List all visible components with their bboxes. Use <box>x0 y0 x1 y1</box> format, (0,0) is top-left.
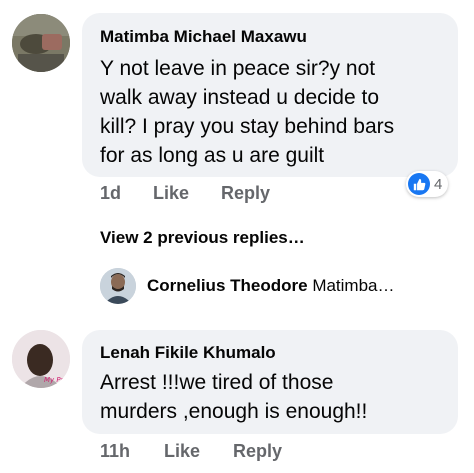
reply-snippet: Matimba… <box>312 276 395 295</box>
comment-bubble: Lenah Fikile Khumalo Arrest !!!we tired … <box>82 330 458 434</box>
reaction-summary[interactable]: 4 <box>406 171 449 197</box>
comment-text: Y not leave in peace sir?y not walk away… <box>100 54 440 170</box>
reaction-count: 4 <box>434 175 443 193</box>
comment-author[interactable]: Lenah Fikile Khumalo <box>100 342 440 364</box>
comment-text-line: Y not leave in peace sir?y not <box>100 57 376 80</box>
comment-text: Arrest !!!we tired of those murders ,eno… <box>100 368 440 426</box>
avatar[interactable] <box>100 268 136 304</box>
avatar-photo-icon <box>100 268 136 304</box>
like-button[interactable]: Like <box>164 441 200 462</box>
avatar-photo-icon <box>12 14 70 72</box>
comment-actions: 1d Like Reply <box>100 183 400 207</box>
reply-author[interactable]: Cornelius Theodore <box>147 276 308 295</box>
comment-author[interactable]: Matimba Michael Maxawu <box>100 26 440 48</box>
view-previous-replies-link[interactable]: View 2 previous replies… <box>100 228 305 248</box>
reply-preview[interactable]: Cornelius Theodore Matimba… <box>100 268 460 304</box>
avatar[interactable] <box>12 14 70 72</box>
comment-timestamp[interactable]: 1d <box>100 183 121 204</box>
svg-text:My Pro...: My Pro... <box>44 376 70 384</box>
avatar[interactable]: My Pro... <box>12 330 70 388</box>
reply-button[interactable]: Reply <box>233 441 282 462</box>
thumbs-up-icon <box>408 173 430 195</box>
reply-button[interactable]: Reply <box>221 183 270 204</box>
comment-text-line: for as long as u are guilt <box>100 144 325 167</box>
avatar-photo-icon: My Pro... <box>12 330 70 388</box>
comment-text-line: murders ,enough is enough!! <box>100 400 368 423</box>
reply-preview-text: Cornelius Theodore Matimba… <box>147 276 395 296</box>
comment-timestamp[interactable]: 11h <box>100 441 130 462</box>
comment-text-line: Arrest !!!we tired of those <box>100 371 334 394</box>
like-button[interactable]: Like <box>153 183 189 204</box>
comment-text-line: walk away instead u decide to <box>100 86 379 109</box>
comment-text-line: kill? I pray you stay behind bars <box>100 115 395 138</box>
comment-bubble: Matimba Michael Maxawu Y not leave in pe… <box>82 13 458 177</box>
comment-actions: 11h Like Reply <box>100 441 400 465</box>
